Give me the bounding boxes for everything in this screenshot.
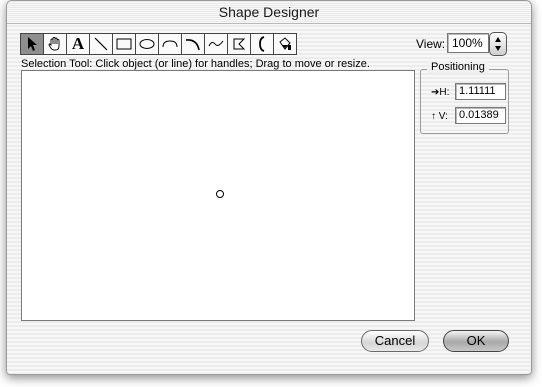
- ok-button[interactable]: OK: [443, 330, 509, 352]
- window-title: Shape Designer: [7, 1, 531, 24]
- vertical-label: ↑ V:: [431, 111, 448, 122]
- drawing-canvas[interactable]: [21, 70, 415, 321]
- shape-handle[interactable]: [216, 190, 224, 198]
- tool-palette: A: [20, 33, 297, 55]
- bracket-icon: [259, 36, 265, 52]
- arrow-pointer-icon: [28, 37, 37, 51]
- hand-tool[interactable]: [43, 33, 67, 55]
- bracket-tool[interactable]: [250, 33, 274, 55]
- oval-tool[interactable]: [135, 33, 159, 55]
- tool-hint-text: Selection Tool: Click object (or line) f…: [21, 58, 370, 70]
- horizontal-field[interactable]: 1.11111: [455, 83, 506, 100]
- zoom-stepper[interactable]: [489, 32, 507, 56]
- vertical-field[interactable]: 0.01389: [455, 107, 506, 124]
- zoom-field[interactable]: 100%: [447, 33, 489, 53]
- horizontal-label: ➔H:: [431, 87, 450, 98]
- line-tool[interactable]: [89, 33, 113, 55]
- arc-icon: [162, 40, 178, 48]
- fill-bucket-icon: [279, 37, 291, 50]
- arrow-pointer-tool[interactable]: [20, 33, 44, 55]
- oval-icon: [139, 39, 155, 49]
- view-label: View:: [416, 37, 446, 51]
- fill-tool[interactable]: [273, 33, 297, 55]
- text-icon: A: [71, 34, 85, 53]
- polygon-tool[interactable]: [227, 33, 251, 55]
- freehand-tool[interactable]: [204, 33, 228, 55]
- stepper-arrows-icon: [495, 37, 501, 51]
- rectangle-tool[interactable]: [112, 33, 136, 55]
- cancel-button[interactable]: Cancel: [361, 330, 429, 352]
- curve-icon: [185, 39, 200, 51]
- curve-tool[interactable]: [181, 33, 205, 55]
- hand-icon: [48, 37, 60, 51]
- positioning-group: [420, 69, 509, 134]
- arc-tool[interactable]: [158, 33, 182, 55]
- polygon-icon: [233, 38, 246, 50]
- rectangle-icon: [116, 38, 132, 50]
- line-icon: [94, 37, 108, 51]
- shape-designer-window: Shape Designer A View: 100% Selection To…: [6, 0, 532, 375]
- text-tool[interactable]: A: [66, 33, 90, 55]
- freehand-icon: [208, 40, 224, 47]
- positioning-title: Positioning: [427, 61, 489, 73]
